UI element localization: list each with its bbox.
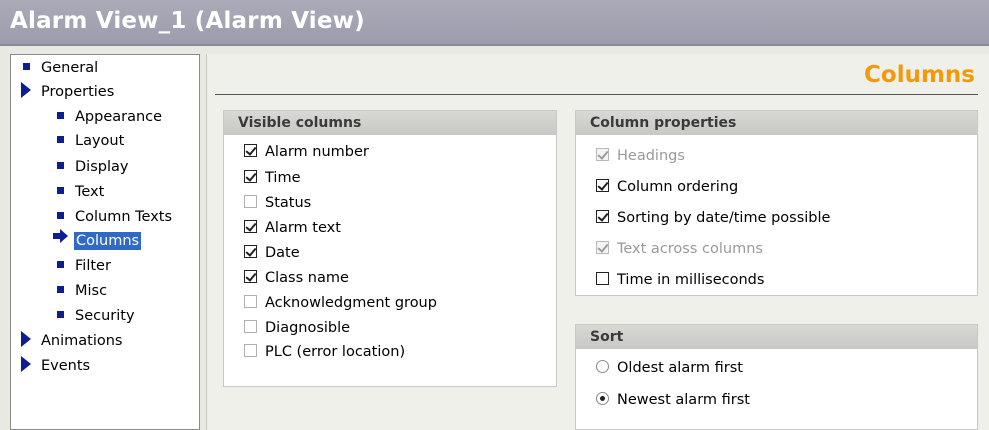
square-bullet-icon — [23, 62, 30, 70]
checkbox-label: Time in milliseconds — [617, 272, 765, 288]
tree-item-security[interactable]: Security — [57, 305, 135, 327]
checkbox-label: Headings — [617, 148, 685, 164]
checkbox-label: Diagnosible — [265, 320, 351, 336]
checkbox-diagnosible[interactable]: Diagnosible — [244, 317, 350, 339]
checkbox[interactable] — [244, 143, 257, 157]
checkbox-label: Acknowledgment group — [265, 295, 437, 311]
checkbox-label: Alarm number — [265, 144, 369, 160]
radio-button[interactable] — [596, 391, 609, 405]
visible-columns-group: Visible columns Alarm number Time Status… — [223, 110, 557, 387]
tree-item-label: Text — [75, 184, 105, 200]
checkbox-label: Status — [265, 195, 312, 211]
tree-item-display[interactable]: Display — [57, 156, 128, 178]
radio-newest-alarm-first[interactable]: Newest alarm first — [596, 389, 750, 411]
checkbox[interactable] — [596, 271, 609, 285]
checkbox[interactable] — [244, 244, 257, 258]
radio-label: Newest alarm first — [617, 392, 750, 408]
tree-item-label: Events — [41, 358, 91, 374]
checkbox-date[interactable]: Date — [244, 242, 300, 264]
window-title: Alarm View_1 (Alarm View) — [10, 8, 365, 34]
tree-item-label: Column Texts — [75, 209, 173, 225]
tree-item-label: Layout — [75, 133, 125, 149]
group-heading: Visible columns — [224, 111, 556, 135]
square-bullet-icon — [57, 310, 64, 318]
columns-page: Columns Visible columns Alarm number Tim… — [206, 54, 989, 430]
square-bullet-icon — [57, 135, 64, 143]
tree-item-layout[interactable]: Layout — [57, 130, 124, 152]
square-bullet-icon — [57, 285, 64, 293]
tree-item-label: Columns — [74, 232, 142, 250]
checkbox-time[interactable]: Time — [244, 167, 301, 189]
expand-triangle-icon[interactable] — [21, 331, 31, 347]
checkbox-sorting-by-date-time[interactable]: Sorting by date/time possible — [596, 207, 830, 229]
column-properties-group: Column properties Headings Column orderi… — [575, 110, 978, 296]
checkbox-alarm-number[interactable]: Alarm number — [244, 141, 369, 163]
expand-triangle-icon[interactable] — [21, 356, 31, 372]
title-divider — [215, 94, 978, 95]
selected-arrow-icon — [53, 228, 69, 250]
checkbox[interactable] — [244, 219, 257, 233]
checkbox[interactable] — [244, 194, 257, 208]
tree-item-appearance[interactable]: Appearance — [57, 106, 162, 128]
tree-item-animations[interactable]: Animations — [21, 330, 122, 352]
tree-item-label: Animations — [41, 333, 123, 349]
tree-item-column-texts[interactable]: Column Texts — [57, 206, 172, 228]
square-bullet-icon — [57, 211, 64, 219]
checkbox-headings[interactable]: Headings — [596, 145, 685, 167]
tree-item-label: Misc — [75, 283, 108, 299]
checkbox[interactable] — [596, 209, 609, 223]
checkbox-status[interactable]: Status — [244, 192, 311, 214]
checkbox[interactable] — [244, 169, 257, 183]
group-heading: Column properties — [576, 111, 977, 135]
tree-item-general[interactable]: General — [23, 57, 98, 79]
checkbox-alarm-text[interactable]: Alarm text — [244, 217, 341, 239]
radio-label: Oldest alarm first — [617, 360, 743, 376]
square-bullet-icon — [57, 260, 64, 268]
tree-item-columns[interactable]: Columns — [53, 228, 142, 252]
checkbox-label: Text across columns — [617, 241, 763, 257]
tree-item-events[interactable]: Events — [21, 355, 90, 377]
checkbox-class-name[interactable]: Class name — [244, 267, 349, 289]
checkbox[interactable] — [244, 294, 257, 308]
checkbox-acknowledgment-group[interactable]: Acknowledgment group — [244, 292, 437, 314]
tree-item-label: Properties — [41, 84, 115, 100]
page-title: Columns — [864, 62, 975, 88]
checkbox-label: Alarm text — [265, 220, 341, 236]
radio-button[interactable] — [596, 359, 609, 373]
square-bullet-icon — [57, 161, 64, 169]
checkbox-label: Sorting by date/time possible — [617, 210, 831, 226]
tree-item-label: Filter — [75, 258, 111, 274]
tree-item-label: Appearance — [75, 109, 163, 125]
tree-item-label: Security — [75, 308, 135, 324]
checkbox-label: PLC (error location) — [265, 344, 406, 360]
tree-item-misc[interactable]: Misc — [57, 280, 107, 302]
tree-item-filter[interactable]: Filter — [57, 255, 111, 277]
group-heading: Sort — [576, 325, 977, 349]
checkbox-plc-error-location[interactable]: PLC (error location) — [244, 341, 405, 363]
tree-item-text[interactable]: Text — [57, 181, 104, 203]
square-bullet-icon — [57, 111, 64, 119]
checkbox-text-across-columns[interactable]: Text across columns — [596, 238, 763, 260]
radio-oldest-alarm-first[interactable]: Oldest alarm first — [596, 357, 743, 379]
checkbox-time-in-milliseconds[interactable]: Time in milliseconds — [596, 269, 764, 291]
checkbox[interactable] — [596, 178, 609, 192]
expand-triangle-icon[interactable] — [21, 82, 31, 98]
checkbox[interactable] — [244, 319, 257, 333]
checkbox-label: Time — [265, 170, 301, 186]
checkbox[interactable] — [596, 147, 609, 161]
square-bullet-icon — [57, 186, 64, 194]
sort-group: Sort Oldest alarm first Newest alarm fir… — [575, 324, 978, 430]
checkbox-label: Column ordering — [617, 179, 739, 195]
tree-item-properties[interactable]: Properties — [21, 81, 114, 103]
checkbox-label: Date — [265, 245, 300, 261]
checkbox[interactable] — [244, 343, 257, 357]
checkbox-column-ordering[interactable]: Column ordering — [596, 176, 738, 198]
checkbox[interactable] — [596, 240, 609, 254]
window-title-bar: Alarm View_1 (Alarm View) — [0, 0, 989, 46]
checkbox[interactable] — [244, 269, 257, 283]
tree-item-label: General — [41, 60, 99, 76]
property-tree: General Properties Appearance Layout Dis… — [10, 54, 200, 430]
checkbox-label: Class name — [265, 270, 349, 286]
tree-item-label: Display — [75, 159, 129, 175]
